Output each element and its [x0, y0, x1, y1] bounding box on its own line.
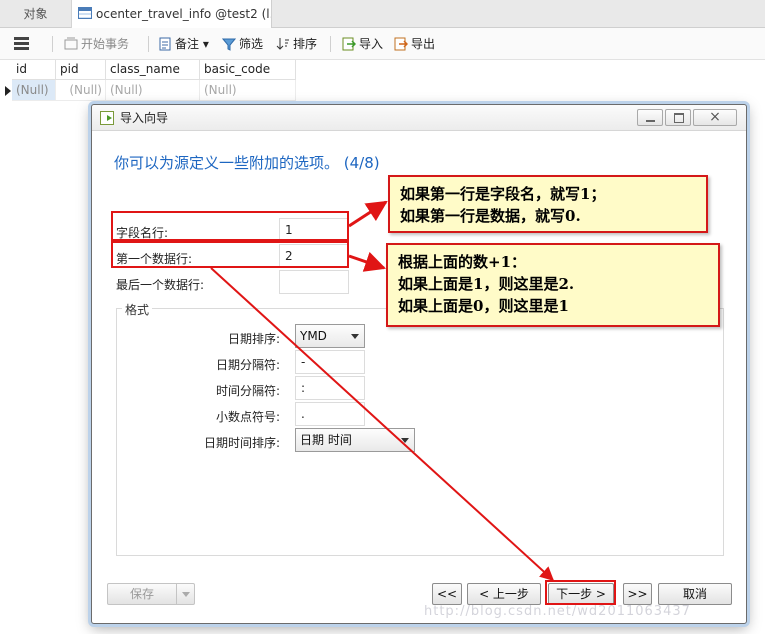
date-separator-label: 日期分隔符: [215, 358, 280, 372]
date-order-select[interactable]: YMD [295, 324, 365, 348]
column-header-class-name[interactable]: class_name [106, 60, 200, 80]
chevron-down-icon [351, 334, 359, 339]
datetime-order-select[interactable]: 日期 时间 [295, 428, 415, 452]
callout-text: 如果上面是0，则这里是1 [398, 297, 569, 315]
column-header-id[interactable]: id [12, 60, 56, 80]
save-button-label: 保存 [130, 587, 155, 601]
datetime-order-value: 日期 时间 [300, 433, 352, 447]
date-separator-input[interactable]: - [295, 350, 365, 374]
next-button-highlight [545, 580, 616, 605]
filter-button[interactable]: 筛选 [222, 35, 263, 53]
sort-button[interactable]: 排序 [276, 35, 317, 53]
callout-text: 如果第一行是字段名，就写1； [400, 185, 606, 203]
comment-button[interactable]: 备注 ▾ [158, 35, 209, 53]
current-row-marker-icon [5, 86, 11, 96]
tab-bar: 对象 ocenter_travel_info @test2 (l... [0, 0, 765, 28]
previous-step-button[interactable]: < 上一步 [467, 583, 541, 605]
close-button[interactable] [693, 109, 737, 126]
transaction-icon [64, 37, 78, 50]
import-button[interactable]: 导入 [342, 35, 383, 53]
date-order-value: YMD [300, 329, 327, 343]
sort-icon [276, 38, 289, 50]
tab-table-label: ocenter_travel_info @test2 (l... [96, 7, 272, 21]
minimize-button[interactable] [637, 109, 663, 126]
first-data-row-highlight [111, 241, 349, 268]
import-icon [342, 37, 356, 51]
datetime-order-label: 日期时间排序: [203, 436, 280, 450]
callout-field-name-row: 如果第一行是字段名，就写1； 如果第一行是数据，就写0. [388, 175, 708, 233]
callout-text: 如果上面是1，则这里是2. [398, 275, 575, 293]
export-icon [394, 37, 408, 51]
decimal-symbol-label: 小数点符号: [215, 410, 280, 424]
watermark: http://blog.csdn.net/wd2011063437 [424, 604, 691, 619]
table-cell[interactable]: (Null) [200, 80, 296, 101]
column-header-basic-code[interactable]: basic_code [200, 60, 296, 80]
callout-first-data-row: 根据上面的数+1： 如果上面是1，则这里是2. 如果上面是0，则这里是1 [386, 243, 720, 327]
callout-text: 根据上面的数+1： [398, 253, 527, 271]
maximize-button[interactable] [665, 109, 691, 126]
table-cell[interactable]: (Null) [56, 80, 106, 101]
format-group-title: 格式 [122, 301, 153, 318]
note-icon [159, 37, 171, 51]
dialog-title: 导入向导 [120, 111, 169, 125]
column-header-pid[interactable]: pid [56, 60, 106, 80]
step-heading: 你可以为源定义一些附加的选项。 (4/8) [114, 154, 380, 172]
cancel-button[interactable]: 取消 [658, 583, 732, 605]
last-data-row-label: 最后一个数据行: [116, 278, 205, 292]
begin-transaction-button[interactable]: 开始事务 [64, 35, 129, 53]
decimal-symbol-input[interactable]: . [295, 402, 365, 426]
field-name-row-highlight [111, 211, 349, 241]
table-cell[interactable]: (Null) [12, 80, 56, 101]
chevron-down-icon [401, 438, 409, 443]
table-cell[interactable]: (Null) [106, 80, 200, 101]
chevron-down-icon[interactable] [176, 584, 194, 604]
last-step-button[interactable]: >> [623, 583, 652, 605]
export-button[interactable]: 导出 [394, 35, 435, 53]
time-separator-label: 时间分隔符: [215, 384, 280, 398]
save-button[interactable]: 保存 [107, 583, 195, 605]
callout-text: 如果第一行是数据，就写0. [400, 207, 581, 225]
time-separator-input[interactable]: : [295, 376, 365, 400]
filter-icon [222, 38, 236, 51]
import-wizard-icon [100, 111, 114, 125]
tab-objects[interactable]: 对象 [0, 0, 72, 28]
date-order-label: 日期排序: [227, 332, 280, 346]
toolbar: 开始事务 备注 ▾ 筛选 排序 导入 导出 [0, 28, 765, 60]
last-data-row-input[interactable] [279, 270, 349, 294]
table-icon [78, 7, 92, 19]
menu-icon[interactable] [14, 37, 29, 50]
tab-table-data[interactable]: ocenter_travel_info @test2 (l... [72, 0, 272, 28]
first-step-button[interactable]: << [432, 583, 462, 605]
dialog-titlebar[interactable]: 导入向导 [92, 105, 746, 131]
